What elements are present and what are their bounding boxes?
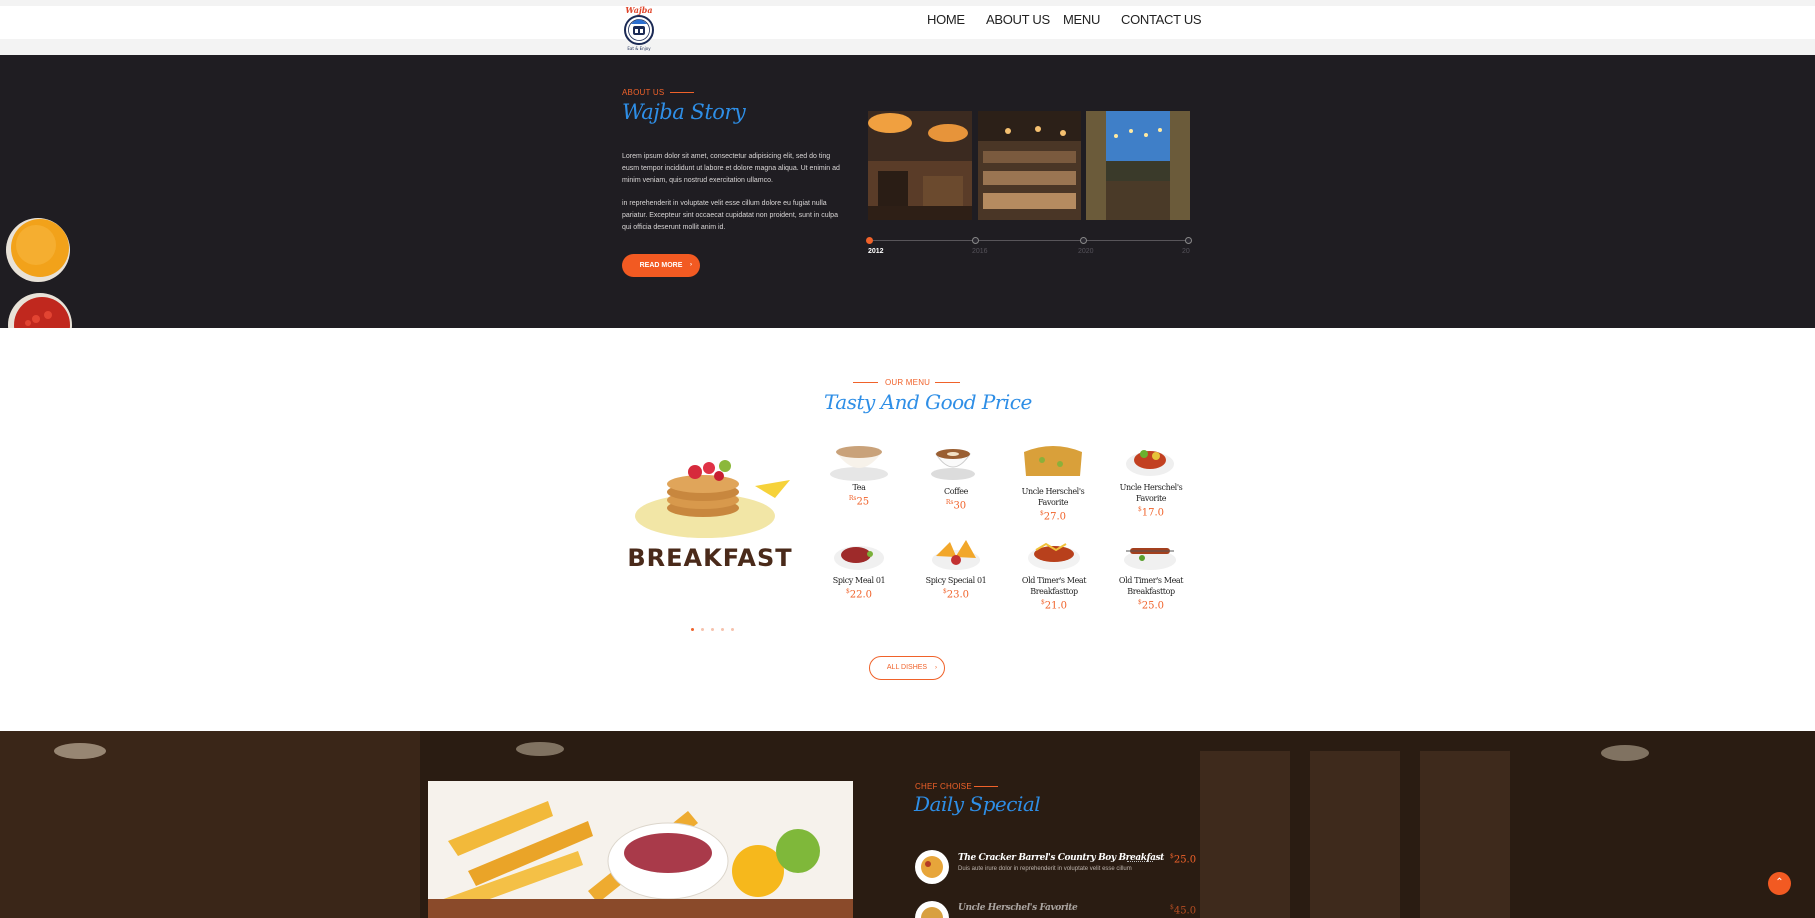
- dish-thumbnail[interactable]: [915, 901, 949, 918]
- about-paragraph-1: Lorem ipsum dolor sit amet, consectetur …: [622, 153, 840, 184]
- menu-item-name: Old Timer's Meat Breakfasttop: [1118, 576, 1184, 596]
- eyebrow-line: [974, 786, 998, 787]
- dish-name[interactable]: Uncle Herschel's Favorite: [958, 903, 1078, 913]
- restaurant-photo-3[interactable]: [1086, 111, 1190, 220]
- menu-item[interactable]: Uncle Herschel's Favorite $27.0: [1007, 486, 1099, 522]
- eyebrow-line-right: [935, 382, 960, 383]
- menu-item[interactable]: Uncle Herschel's Favorite $17.0: [1105, 482, 1197, 518]
- chevron-up-icon: ⌃: [1775, 877, 1784, 888]
- svg-text:Wajba: Wajba: [625, 5, 652, 15]
- read-more-label: READ MORE: [639, 262, 683, 269]
- eyebrow-line: [670, 92, 694, 93]
- timeline-dot-2020[interactable]: [1080, 237, 1087, 244]
- site-header: Wajba Eat & Enjoy HOME ABOUT US MENU CON…: [0, 0, 1815, 55]
- dish-thumbnail[interactable]: [915, 850, 949, 884]
- herschel-favorite-image-1[interactable]: [1022, 440, 1084, 482]
- daily-title: Daily Special: [914, 792, 1041, 816]
- timeline-year-2020[interactable]: 2020: [1078, 248, 1094, 255]
- menu-item[interactable]: Tea Rs25: [813, 482, 905, 507]
- carousel-dot[interactable]: [711, 628, 714, 631]
- menu-item-price: $21.0: [1040, 599, 1068, 612]
- carousel-dot[interactable]: [731, 628, 734, 631]
- menu-item-name: Coffee: [944, 487, 968, 496]
- dish-price: $25.0: [1170, 853, 1197, 866]
- menu-item-price: $22.0: [845, 588, 873, 601]
- meat-breakfast-image-2[interactable]: [1122, 536, 1178, 572]
- menu-item-price: Rs30: [945, 499, 967, 512]
- about-paragraph-2: in reprehenderit in voluptate velit esse…: [622, 200, 838, 231]
- dish-description: Duis aute irure dolor in reprehenderit i…: [958, 866, 1132, 872]
- restaurant-background-image: [0, 731, 1815, 918]
- spice-bowls-image: [6, 218, 72, 328]
- menu-item-name: Old Timer's Meat Breakfasttop: [1021, 576, 1087, 596]
- menu-eyebrow: OUR MENU: [885, 378, 931, 387]
- wajba-logo[interactable]: Wajba Eat & Enjoy: [620, 4, 658, 52]
- dish-dots: [1127, 861, 1153, 862]
- timeline-track: [868, 240, 1190, 241]
- menu-item-name: Uncle Herschel's Favorite: [1119, 483, 1183, 503]
- about-section: ABOUT US Wajba Story Lorem ipsum dolor s…: [0, 55, 1815, 328]
- carousel-dot[interactable]: [701, 628, 704, 631]
- svg-text:Eat & Enjoy: Eat & Enjoy: [627, 46, 651, 51]
- nav-menu[interactable]: MENU: [1063, 12, 1100, 27]
- menu-item[interactable]: Old Timer's Meat Breakfasttop $21.0: [1007, 575, 1101, 611]
- all-dishes-label: ALL DISHES: [886, 664, 928, 671]
- timeline-year-2016[interactable]: 2016: [972, 248, 988, 255]
- arrow-right-icon: ›: [690, 262, 692, 268]
- meat-breakfast-image-1[interactable]: [1026, 536, 1082, 572]
- carousel-dot[interactable]: [721, 628, 724, 631]
- carousel-dot-active[interactable]: [691, 628, 694, 631]
- about-title: Wajba Story: [622, 100, 746, 124]
- read-more-button[interactable]: READ MORE ›: [622, 254, 700, 277]
- menu-item-name: Uncle Herschel's Favorite: [1021, 487, 1085, 507]
- spicy-special-image[interactable]: [930, 536, 982, 572]
- restaurant-photo-2[interactable]: [978, 111, 1081, 220]
- all-dishes-button[interactable]: ALL DISHES ›: [869, 656, 945, 680]
- menu-item-price: Rs25: [848, 495, 870, 508]
- menu-item-price: $27.0: [1039, 510, 1067, 523]
- header-bar: [0, 6, 1815, 39]
- daily-special-section: CHEF CHOISE Daily Special The Cracker Ba…: [0, 731, 1815, 918]
- daily-eyebrow: CHEF CHOISE: [915, 782, 972, 791]
- timeline-dot-2024[interactable]: [1185, 237, 1192, 244]
- menu-item-name: Spicy Meal 01: [832, 576, 886, 585]
- nav-about-us[interactable]: ABOUT US: [986, 12, 1050, 27]
- spicy-meal-image[interactable]: [832, 538, 886, 572]
- eyebrow-line-left: [853, 382, 878, 383]
- nav-contact-us[interactable]: CONTACT US: [1121, 12, 1202, 27]
- breakfast-feature-image[interactable]: BREAKFAST: [625, 438, 805, 573]
- scroll-to-top-button[interactable]: ⌃: [1768, 872, 1791, 895]
- coffee-image[interactable]: [928, 440, 978, 482]
- menu-title: Tasty And Good Price: [824, 390, 1032, 414]
- nav-home[interactable]: HOME: [927, 12, 965, 27]
- menu-item[interactable]: Old Timer's Meat Breakfasttop $25.0: [1104, 575, 1198, 611]
- menu-item[interactable]: Coffee Rs30: [910, 486, 1002, 511]
- menu-item-price: $17.0: [1137, 506, 1165, 519]
- menu-item[interactable]: Spicy Meal 01 $22.0: [813, 575, 905, 600]
- restaurant-photo-1[interactable]: [868, 111, 972, 220]
- timeline-year-clip: 2024: [1182, 248, 1190, 255]
- menu-item-price: $25.0: [1137, 599, 1165, 612]
- menu-section: OUR MENU Tasty And Good Price BREAKFAST: [0, 328, 1815, 731]
- timeline-dot-2016[interactable]: [972, 237, 979, 244]
- timeline-dot-2012[interactable]: [866, 237, 873, 244]
- menu-item-name: Tea: [852, 483, 866, 492]
- menu-item-name: Spicy Special 01: [925, 576, 987, 585]
- dish-price: $45.0: [1170, 904, 1197, 917]
- timeline-year-2012[interactable]: 2012: [868, 248, 884, 255]
- herschel-favorite-image-2[interactable]: [1124, 440, 1176, 480]
- arrow-right-icon: ›: [935, 665, 937, 671]
- tea-image[interactable]: [828, 440, 890, 482]
- breakfast-label: BREAKFAST: [627, 544, 792, 572]
- timeline-year-2024[interactable]: 2024: [1182, 248, 1190, 255]
- about-eyebrow: ABOUT US: [622, 88, 665, 97]
- daily-special-food-image[interactable]: [428, 781, 853, 918]
- menu-item-price: $23.0: [942, 588, 970, 601]
- menu-item[interactable]: Spicy Special 01 $23.0: [910, 575, 1002, 600]
